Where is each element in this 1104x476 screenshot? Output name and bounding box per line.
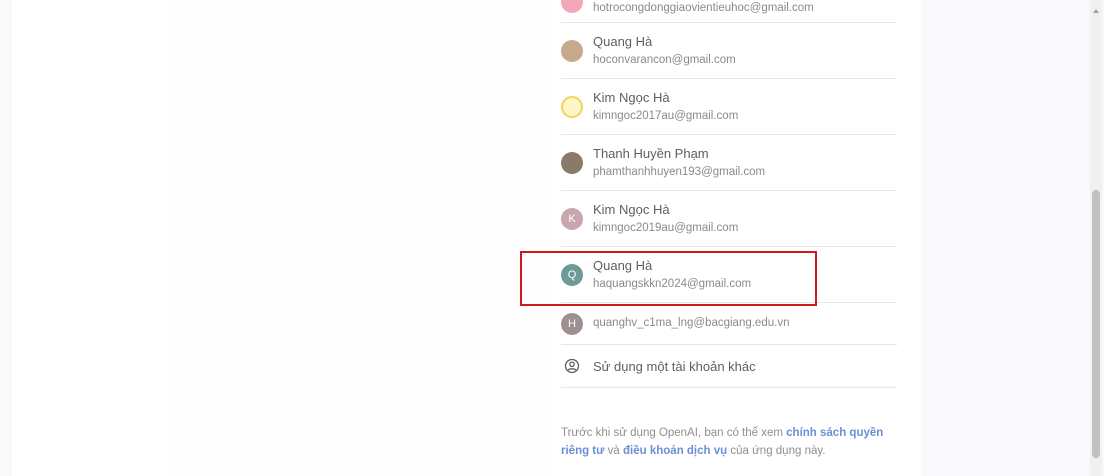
account-email: hoconvarancon@gmail.com — [593, 53, 736, 66]
account-row[interactable]: Quang Hà hoconvarancon@gmail.com — [561, 23, 897, 79]
footer-text-and: và — [604, 445, 624, 457]
avatar-initial: Q — [567, 268, 577, 281]
use-another-account-button[interactable]: Sử dụng một tài khoản khác — [561, 345, 897, 388]
account-row[interactable]: hotrocongdonggiaovientieuhoc@gmail.com — [561, 0, 897, 23]
avatar — [561, 39, 583, 62]
account-circle-icon — [561, 355, 583, 377]
avatar: H — [561, 312, 583, 335]
avatar: K — [561, 207, 583, 230]
avatar — [561, 95, 583, 118]
account-name: Thanh Huyền Phạm — [593, 145, 709, 161]
footer-text: Trước khi sử dụng OpenAI, bạn có thể xem… — [561, 424, 891, 460]
use-another-account-label: Sử dụng một tài khoản khác — [593, 358, 756, 374]
account-row[interactable]: Kim Ngọc Hà kimngoc2017au@gmail.com — [561, 79, 897, 135]
account-email: hotrocongdonggiaovientieuhoc@gmail.com — [593, 1, 814, 14]
account-email: kimngoc2019au@gmail.com — [593, 221, 739, 234]
account-row[interactable]: H quanghv_c1ma_lng@bacgiang.edu.vn — [561, 303, 897, 345]
account-email: phamthanhhuyen193@gmail.com — [593, 165, 766, 178]
footer-text-after: của ứng dụng này. — [727, 445, 826, 457]
avatar: Q — [561, 263, 583, 286]
account-name: Kim Ngọc Hà — [593, 89, 670, 105]
avatar — [561, 151, 583, 174]
account-row[interactable]: K Kim Ngọc Hà kimngoc2019au@gmail.com — [561, 191, 897, 247]
avatar — [561, 0, 583, 13]
account-email: kimngoc2017au@gmail.com — [593, 109, 739, 122]
account-list: hotrocongdonggiaovientieuhoc@gmail.com Q… — [561, 0, 897, 388]
account-name: Quang Hà — [593, 33, 653, 49]
account-name: Kim Ngọc Hà — [593, 201, 670, 217]
account-name: Quang Hà — [593, 257, 653, 273]
left-panel — [172, 0, 552, 476]
avatar-initial: H — [568, 317, 576, 330]
account-email: haquangskkn2024@gmail.com — [593, 277, 752, 290]
account-row[interactable]: Q Quang Hà haquangskkn2024@gmail.com — [561, 247, 897, 303]
footer-text-before: Trước khi sử dụng OpenAI, bạn có thể xem — [561, 427, 787, 439]
avatar-initial: K — [568, 212, 576, 225]
scrollbar-thumb[interactable] — [1092, 190, 1100, 458]
scroll-up-icon[interactable] — [1092, 2, 1100, 13]
terms-of-service-link[interactable]: điều khoản dịch vụ — [623, 445, 727, 457]
account-row[interactable]: Thanh Huyền Phạm phamthanhhuyen193@gmail… — [561, 135, 897, 191]
account-email: quanghv_c1ma_lng@bacgiang.edu.vn — [593, 317, 790, 329]
